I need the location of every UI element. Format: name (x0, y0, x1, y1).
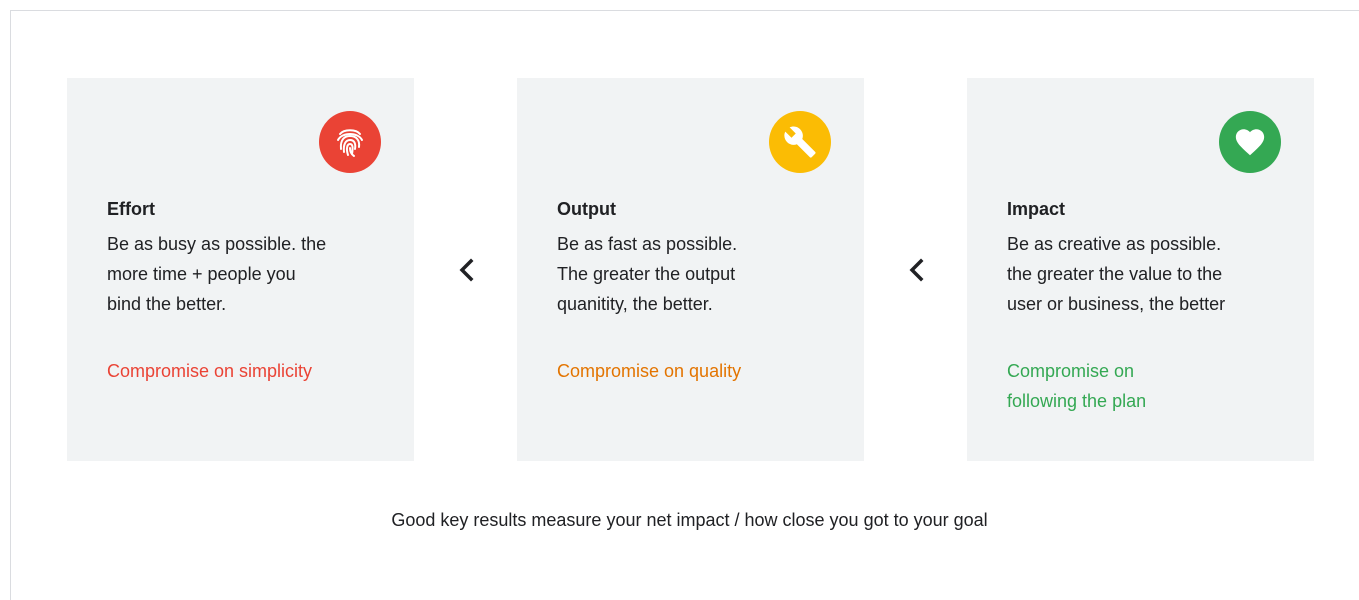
card-impact: Impact Be as creative as possible. the g… (967, 78, 1314, 461)
description-line: user or business, the better (1007, 294, 1226, 314)
description-line: The greater the output (557, 264, 736, 284)
impact-badge (1219, 111, 1281, 173)
description-line: Be as fast as possible. (557, 234, 738, 254)
card-description: Be as busy as possible. the more time + … (107, 229, 397, 319)
card-compromise: Compromise on simplicity (107, 356, 397, 386)
card-compromise: Compromise on quality (557, 356, 847, 386)
caption: Good key results measure your net impact… (391, 510, 988, 530)
fingerprint-icon (337, 129, 363, 157)
chevron-left-icon (459, 258, 474, 282)
description-line: more time + people you (107, 264, 296, 284)
wrench-icon (784, 126, 816, 158)
description-line: quanitity, the better. (557, 294, 713, 314)
heart-icon (1235, 129, 1265, 156)
card-effort: Effort Be as busy as possible. the more … (67, 78, 414, 461)
card-compromise: Compromise on following the plan (1007, 356, 1297, 416)
compromise-line: Compromise on simplicity (107, 361, 313, 381)
compromise-line: Compromise on quality (557, 361, 742, 381)
card-output: Output Be as fast as possible. The great… (517, 78, 864, 461)
compromise-line: Compromise on (1007, 361, 1135, 381)
compromise-line: following the plan (1007, 391, 1147, 411)
description-line: the greater the value to the (1007, 264, 1223, 284)
description-line: Be as creative as possible. (1007, 234, 1222, 254)
card-title: Output (557, 199, 616, 219)
card-title: Impact (1007, 199, 1066, 219)
output-badge (769, 111, 831, 173)
card-description: Be as creative as possible. the greater … (1007, 229, 1297, 319)
chevron-left-icon (909, 258, 924, 282)
card-description: Be as fast as possible. The greater the … (557, 229, 847, 319)
description-line: bind the better. (107, 294, 227, 314)
card-title: Effort (107, 199, 155, 219)
description-line: Be as busy as possible. the (107, 234, 327, 254)
effort-badge (319, 111, 381, 173)
